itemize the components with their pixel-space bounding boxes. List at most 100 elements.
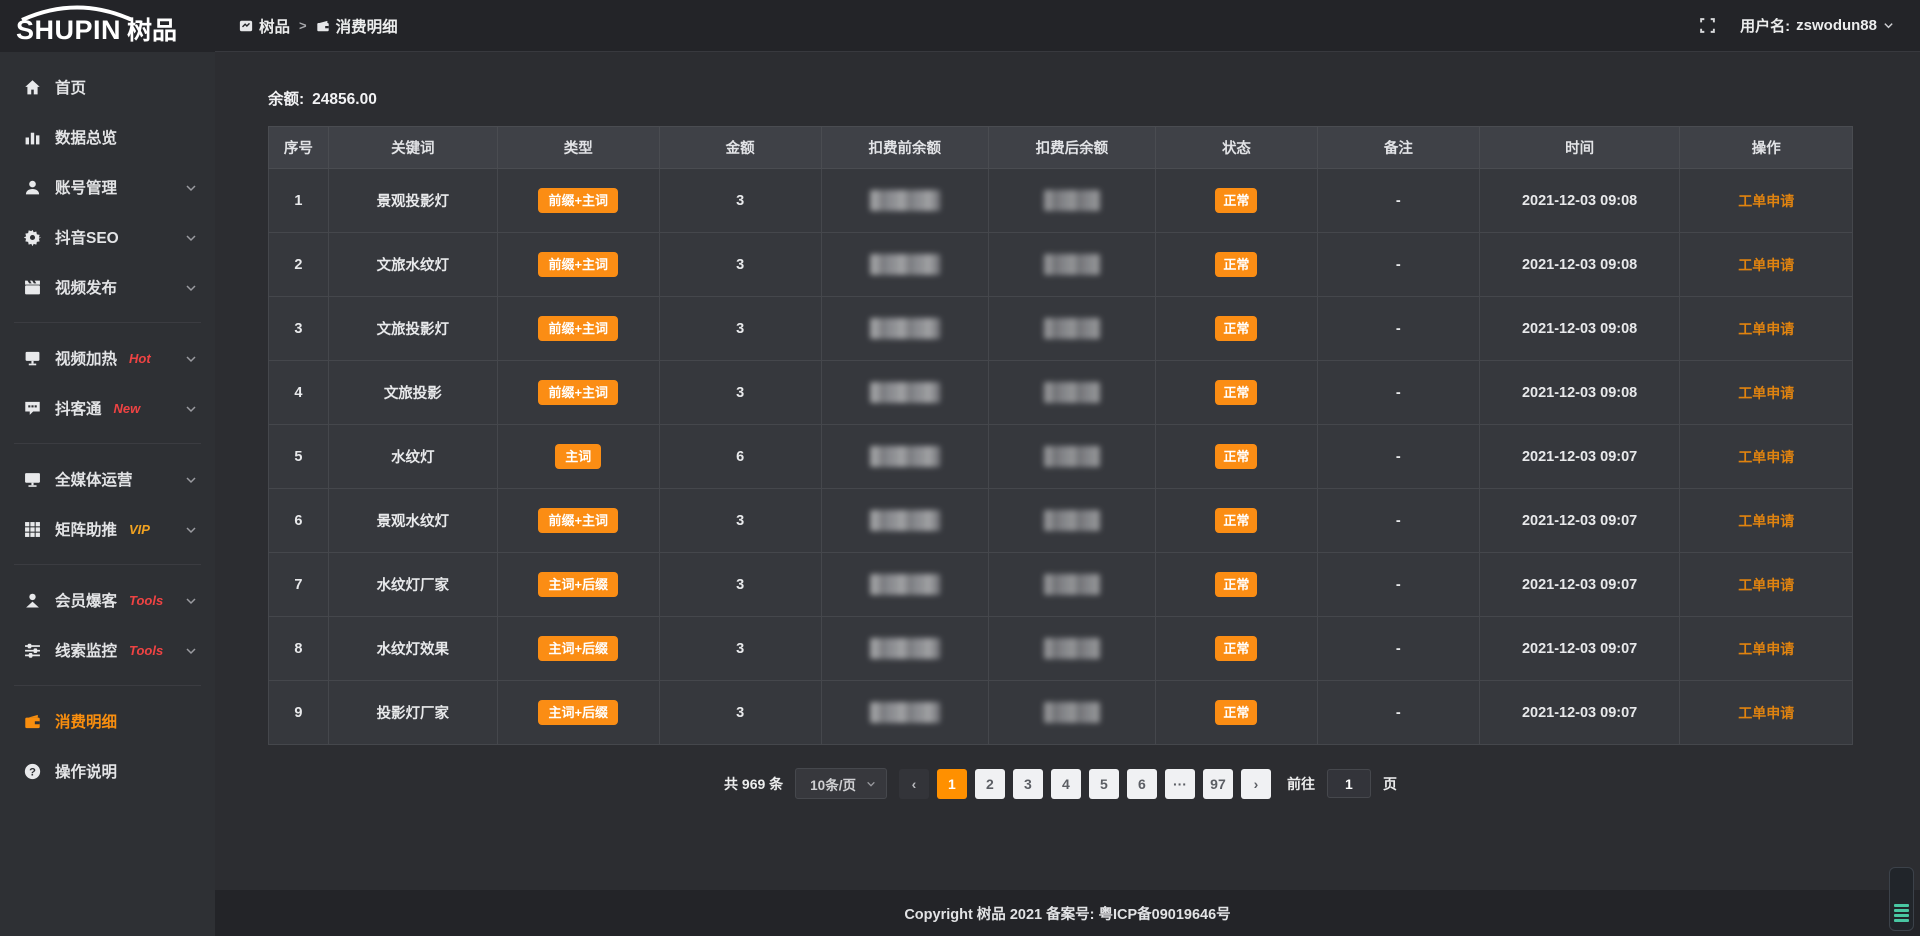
cell-pre-balance	[821, 169, 988, 233]
home-icon	[24, 79, 41, 96]
page-button-6[interactable]: 6	[1127, 769, 1157, 799]
sidebar-item-monitor[interactable]: 全媒体运营	[0, 454, 215, 504]
cell-post-balance	[988, 297, 1155, 361]
sidebar-item-chart[interactable]: 数据总览	[0, 112, 215, 162]
cell-keyword: 投影灯厂家	[328, 681, 497, 745]
cell-action: 工单申请	[1680, 169, 1853, 233]
sidebar-item-sliders[interactable]: 线索监控Tools	[0, 625, 215, 675]
floating-widget[interactable]	[1889, 867, 1914, 931]
page-button-1[interactable]: 1	[937, 769, 967, 799]
balance: 余额:24856.00	[268, 87, 1853, 109]
column-header: 类型	[497, 127, 659, 169]
sidebar-item-screen[interactable]: 视频加热Hot	[0, 333, 215, 383]
cell-type: 主词+后缀	[497, 553, 659, 617]
page-button-5[interactable]: 5	[1089, 769, 1119, 799]
work-order-link[interactable]: 工单申请	[1738, 257, 1794, 273]
redacted-balance	[870, 638, 940, 659]
cell-type: 前缀+主词	[497, 297, 659, 361]
cell-keyword: 文旅水纹灯	[328, 233, 497, 297]
breadcrumb: 树品 > 消费明细	[239, 15, 398, 37]
work-order-link[interactable]: 工单申请	[1738, 641, 1794, 657]
goto-page-input[interactable]	[1327, 769, 1371, 798]
sidebar-item-gear[interactable]: 抖音SEO	[0, 212, 215, 262]
table-row: 6景观水纹灯前缀+主词3正常-2021-12-03 09:07工单申请	[269, 489, 1853, 553]
cell-status: 正常	[1155, 233, 1317, 297]
ellipsis-page-button[interactable]: ···	[1165, 769, 1195, 799]
sidebar-item-grid[interactable]: 矩阵助推VIP	[0, 504, 215, 554]
page-button-97[interactable]: 97	[1203, 769, 1233, 799]
goto-label: 前往	[1287, 774, 1315, 794]
table-row: 9投影灯厂家主词+后缀3正常-2021-12-03 09:07工单申请	[269, 681, 1853, 745]
sidebar-item-home[interactable]: 首页	[0, 62, 215, 112]
chevron-down-icon	[185, 594, 197, 606]
sidebar-item-video[interactable]: 视频发布	[0, 262, 215, 312]
cell-time: 2021-12-03 09:07	[1479, 617, 1680, 681]
chevron-down-icon	[185, 352, 197, 364]
cell-keyword: 文旅投影	[328, 361, 497, 425]
consumption-table: 序号关键词类型金额扣费前余额扣费后余额状态备注时间操作 1景观投影灯前缀+主词3…	[268, 126, 1853, 745]
column-header: 状态	[1155, 127, 1317, 169]
page-size-value: 10条/页	[810, 774, 856, 794]
breadcrumb-home[interactable]: 树品	[239, 15, 290, 37]
cell-type: 前缀+主词	[497, 169, 659, 233]
sidebar-divider	[14, 564, 201, 565]
sidebar-item-badge: VIP	[129, 522, 150, 537]
work-order-link[interactable]: 工单申请	[1738, 513, 1794, 529]
column-header: 金额	[659, 127, 821, 169]
redacted-balance	[1044, 190, 1100, 211]
gear-icon	[24, 229, 41, 246]
redacted-balance	[870, 446, 940, 467]
sidebar-item-wallet[interactable]: 消费明细	[0, 696, 215, 746]
cell-type: 前缀+主词	[497, 361, 659, 425]
next-page-button[interactable]: ›	[1241, 769, 1271, 799]
cell-index: 5	[269, 425, 329, 489]
work-order-link[interactable]: 工单申请	[1738, 449, 1794, 465]
cell-time: 2021-12-03 09:08	[1479, 361, 1680, 425]
cell-time: 2021-12-03 09:08	[1479, 233, 1680, 297]
sidebar-divider	[14, 322, 201, 323]
sidebar-item-member[interactable]: 会员爆客Tools	[0, 575, 215, 625]
breadcrumb-current[interactable]: 消费明细	[316, 15, 398, 37]
prev-page-button[interactable]: ‹	[899, 769, 929, 799]
cell-amount: 3	[659, 553, 821, 617]
main-area: 余额:24856.00 序号关键词类型金额扣费前余额扣费后余额状态备注时间操作 …	[215, 53, 1920, 936]
work-order-link[interactable]: 工单申请	[1738, 577, 1794, 593]
table-row: 2文旅水纹灯前缀+主词3正常-2021-12-03 09:08工单申请	[269, 233, 1853, 297]
logo-arc	[18, 5, 136, 21]
breadcrumb-current-label: 消费明细	[336, 15, 398, 37]
column-header: 扣费后余额	[988, 127, 1155, 169]
page-button-4[interactable]: 4	[1051, 769, 1081, 799]
sidebar-item-chat[interactable]: 抖客通New	[0, 383, 215, 433]
table-row: 8水纹灯效果主词+后缀3正常-2021-12-03 09:07工单申请	[269, 617, 1853, 681]
sidebar-item-question[interactable]: ?操作说明	[0, 746, 215, 796]
cell-remark: -	[1317, 233, 1479, 297]
status-badge: 正常	[1215, 380, 1257, 405]
work-order-link[interactable]: 工单申请	[1738, 705, 1794, 721]
work-order-link[interactable]: 工单申请	[1738, 321, 1794, 337]
widget-stripe	[1894, 904, 1909, 907]
table-row: 1景观投影灯前缀+主词3正常-2021-12-03 09:08工单申请	[269, 169, 1853, 233]
table-row: 3文旅投影灯前缀+主词3正常-2021-12-03 09:08工单申请	[269, 297, 1853, 361]
sidebar-item-label: 操作说明	[55, 760, 117, 782]
sidebar-divider	[14, 443, 201, 444]
video-icon	[24, 279, 41, 296]
sidebar-item-label: 消费明细	[55, 710, 117, 732]
sidebar-item-user[interactable]: 账号管理	[0, 162, 215, 212]
fullscreen-icon[interactable]	[1699, 17, 1716, 34]
username-value: zswodun88	[1796, 17, 1877, 34]
column-header: 扣费前余额	[821, 127, 988, 169]
page-button-3[interactable]: 3	[1013, 769, 1043, 799]
page-size-select[interactable]: 10条/页	[795, 768, 887, 799]
sidebar-item-badge: Tools	[129, 643, 163, 658]
work-order-link[interactable]: 工单申请	[1738, 193, 1794, 209]
type-badge: 主词	[555, 444, 601, 469]
cell-amount: 3	[659, 681, 821, 745]
cell-action: 工单申请	[1680, 361, 1853, 425]
balance-label: 余额:	[268, 91, 304, 108]
user-menu[interactable]: 用户名: zswodun88	[1740, 15, 1894, 36]
work-order-link[interactable]: 工单申请	[1738, 385, 1794, 401]
type-badge: 主词+后缀	[538, 636, 618, 661]
page-button-2[interactable]: 2	[975, 769, 1005, 799]
cell-post-balance	[988, 361, 1155, 425]
app-logo[interactable]: SHUPIN 树品	[0, 0, 215, 52]
